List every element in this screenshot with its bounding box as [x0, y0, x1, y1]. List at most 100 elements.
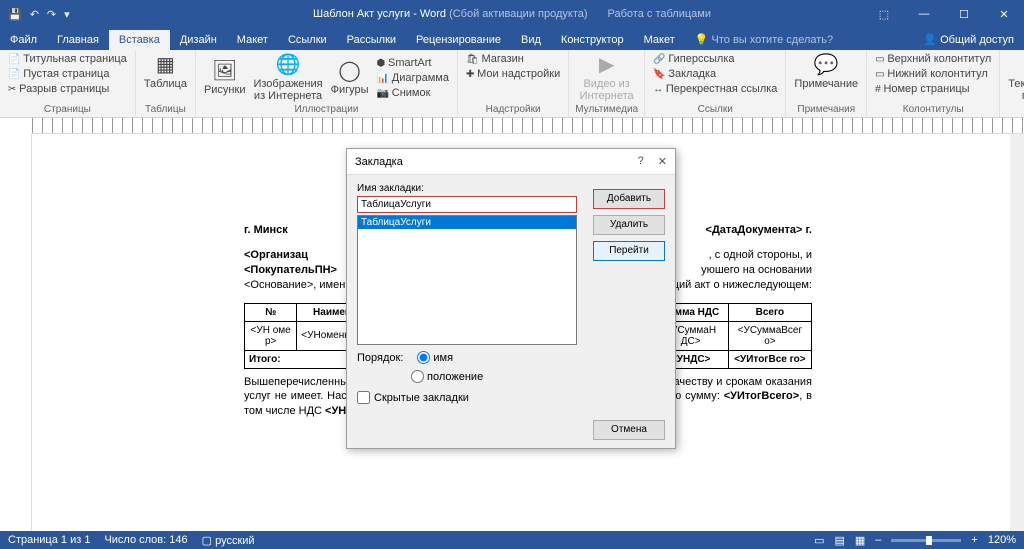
group-addins: 🛍 Магазин ✚ Мои надстройки Надстройки: [458, 50, 569, 117]
page-number-button[interactable]: # Номер страницы: [873, 82, 993, 96]
titlebar: 💾 ↶ ↷ ▾ Шаблон Акт услуги - Word (Сбой а…: [0, 0, 1024, 28]
group-label: Страницы: [6, 104, 129, 115]
hidden-bookmarks-checkbox[interactable]: Скрытые закладки: [357, 391, 665, 404]
sort-order: Порядок: имя: [357, 351, 665, 364]
zoom-out-button[interactable]: –: [875, 534, 881, 546]
table-icon: ▦: [156, 54, 175, 76]
save-icon[interactable]: 💾: [8, 8, 22, 21]
store-button[interactable]: 🛍 Магазин: [464, 52, 562, 66]
tab-table-design[interactable]: Конструктор: [551, 30, 634, 50]
group-text: AТекстовое поле ▾▾▾ Текст: [1000, 50, 1024, 117]
tab-references[interactable]: Ссылки: [278, 30, 337, 50]
cover-page-button[interactable]: 📄 Титульная страница: [6, 52, 129, 66]
tell-me[interactable]: 💡 Что вы хотите сделать?: [685, 29, 843, 50]
shapes-button[interactable]: ◯Фигуры: [329, 52, 371, 104]
doc-city: г. Минск: [244, 224, 288, 236]
blank-page-button[interactable]: 📄 Пустая страница: [6, 67, 129, 81]
tab-home[interactable]: Главная: [47, 30, 109, 50]
undo-icon[interactable]: ↶: [30, 8, 39, 21]
bookmark-list[interactable]: ТаблицаУслуги: [357, 215, 577, 345]
online-video-button: ▶Видео из Интернета: [575, 52, 638, 104]
zoom-slider[interactable]: [891, 539, 961, 542]
tab-layout[interactable]: Макет: [227, 30, 278, 50]
comment-button[interactable]: 💬Примечание: [792, 52, 860, 92]
title-text: Шаблон Акт услуги - Word (Сбой активации…: [313, 8, 711, 20]
chart-button[interactable]: 📊 Диаграмма: [375, 71, 451, 85]
close-icon[interactable]: ✕: [984, 0, 1024, 28]
goto-button[interactable]: Перейти: [593, 241, 665, 261]
statusbar: Страница 1 из 1 Число слов: 146 ▢ русски…: [0, 531, 1024, 549]
view-web-icon[interactable]: ▦: [855, 534, 865, 547]
smartart-button[interactable]: ⬢ SmartArt: [375, 56, 451, 70]
online-pictures-button[interactable]: 🌐Изображения из Интернета: [251, 52, 324, 104]
view-print-icon[interactable]: ▤: [834, 534, 844, 547]
quick-access-toolbar: 💾 ↶ ↷ ▾: [0, 8, 78, 21]
radio-by-name[interactable]: имя: [417, 351, 453, 364]
bookmark-name-input[interactable]: [357, 196, 577, 213]
shapes-icon: ◯: [338, 60, 360, 82]
group-label: Колонтитулы: [873, 104, 993, 115]
list-item[interactable]: ТаблицаУслуги: [358, 216, 576, 229]
text-box-button[interactable]: AТекстовое поле: [1006, 52, 1024, 104]
qat-more-icon[interactable]: ▾: [64, 8, 70, 21]
dialog-titlebar[interactable]: Закладка ? ✕: [347, 149, 675, 175]
pictures-icon: 🖼: [212, 60, 237, 82]
header-button[interactable]: ▭ Верхний колонтитул: [873, 52, 993, 66]
group-links: 🔗 Гиперссылка 🔖 Закладка ↔ Перекрестная …: [645, 50, 786, 117]
maximize-icon[interactable]: ☐: [944, 0, 984, 28]
ribbon-tabs: Файл Главная Вставка Дизайн Макет Ссылки…: [0, 28, 1024, 50]
table-button[interactable]: ▦Таблица: [142, 52, 189, 92]
video-icon: ▶: [599, 54, 614, 76]
group-label: Текст: [1006, 104, 1024, 115]
cancel-button[interactable]: Отмена: [593, 420, 665, 440]
footer-button[interactable]: ▭ Нижний колонтитул: [873, 67, 993, 81]
status-words[interactable]: Число слов: 146: [104, 534, 187, 546]
online-pictures-icon: 🌐: [276, 54, 301, 76]
group-label: Надстройки: [464, 104, 562, 115]
group-header-footer: ▭ Верхний колонтитул ▭ Нижний колонтитул…: [867, 50, 1000, 117]
status-language[interactable]: ▢ русский: [202, 534, 255, 547]
ribbon: 📄 Титульная страница 📄 Пустая страница ✂…: [0, 50, 1024, 118]
group-pages: 📄 Титульная страница 📄 Пустая страница ✂…: [0, 50, 136, 117]
group-media: ▶Видео из Интернета Мультимедиа: [569, 50, 645, 117]
group-label: Таблицы: [142, 104, 189, 115]
page-break-button[interactable]: ✂ Разрыв страницы: [6, 82, 129, 96]
view-read-icon[interactable]: ▭: [814, 534, 824, 547]
zoom-level[interactable]: 120%: [988, 534, 1016, 546]
group-label: Примечания: [792, 104, 860, 115]
group-label: Мультимедиа: [575, 104, 638, 115]
tab-mailings[interactable]: Рассылки: [337, 30, 406, 50]
tab-design[interactable]: Дизайн: [170, 30, 227, 50]
radio-by-position[interactable]: положение: [411, 370, 483, 383]
group-tables: ▦Таблица Таблицы: [136, 50, 196, 117]
vertical-ruler[interactable]: [0, 134, 32, 531]
delete-button[interactable]: Удалить: [593, 215, 665, 235]
add-button[interactable]: Добавить: [593, 189, 665, 209]
cross-ref-button[interactable]: ↔ Перекрестная ссылка: [651, 82, 779, 96]
help-icon[interactable]: ?: [638, 155, 644, 168]
tab-view[interactable]: Вид: [511, 30, 551, 50]
zoom-in-button[interactable]: +: [971, 534, 977, 546]
vertical-scrollbar[interactable]: [1010, 134, 1024, 531]
ribbon-display-icon[interactable]: ⬚: [864, 0, 904, 28]
comment-icon: 💬: [814, 54, 839, 76]
group-label: Иллюстрации: [202, 104, 451, 115]
share-button[interactable]: 👤 Общий доступ: [913, 29, 1024, 50]
pictures-button[interactable]: 🖼Рисунки: [202, 52, 248, 104]
status-page[interactable]: Страница 1 из 1: [8, 534, 90, 546]
tab-file[interactable]: Файл: [0, 30, 47, 50]
minimize-icon[interactable]: —: [904, 0, 944, 28]
group-illustrations: 🖼Рисунки 🌐Изображения из Интернета ◯Фигу…: [196, 50, 458, 117]
close-icon[interactable]: ✕: [658, 155, 667, 168]
dialog-title: Закладка: [355, 156, 403, 168]
bookmark-button[interactable]: 🔖 Закладка: [651, 67, 779, 81]
tab-table-layout[interactable]: Макет: [634, 30, 685, 50]
hyperlink-button[interactable]: 🔗 Гиперссылка: [651, 52, 779, 66]
my-addins-button[interactable]: ✚ Мои надстройки: [464, 67, 562, 81]
horizontal-ruler[interactable]: [32, 118, 1024, 134]
tab-insert[interactable]: Вставка: [109, 30, 170, 50]
tab-review[interactable]: Рецензирование: [406, 30, 511, 50]
screenshot-button[interactable]: 📷 Снимок: [375, 86, 451, 100]
bookmark-dialog: Закладка ? ✕ Имя закладки: ТаблицаУслуги…: [346, 148, 676, 449]
redo-icon[interactable]: ↷: [47, 8, 56, 21]
